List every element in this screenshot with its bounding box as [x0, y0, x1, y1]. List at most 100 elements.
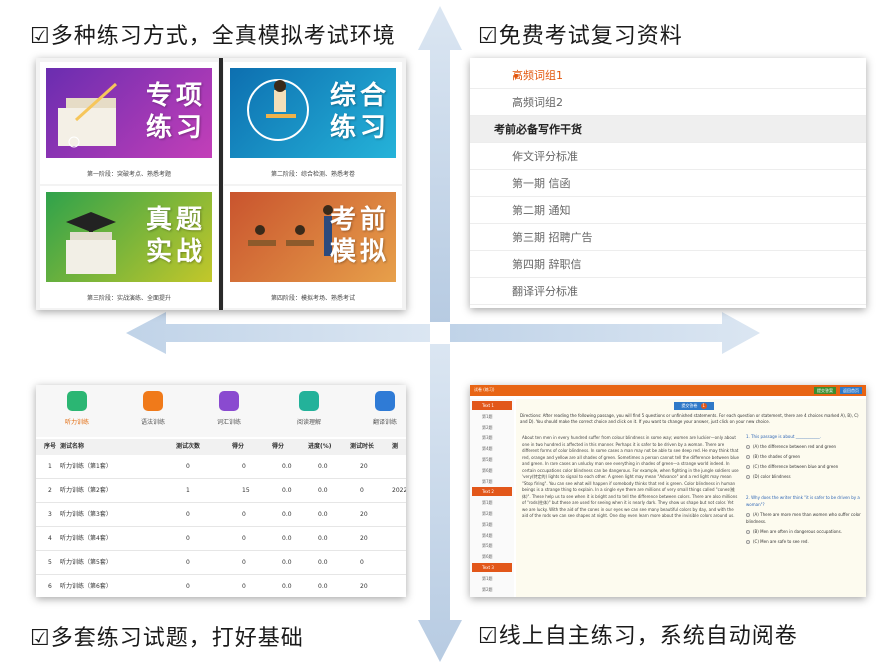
table-cell: 20	[360, 583, 368, 590]
section-tab[interactable]: Text 1	[472, 401, 512, 410]
table-cell: 20	[360, 535, 368, 542]
card-title: 专项 练习	[145, 81, 206, 143]
practice-tabs: 听力训练 语法训练 词汇训练 阅读理解 翻译训练	[36, 385, 406, 437]
answer-option[interactable]: (A) There are more men than women who su…	[746, 511, 864, 525]
materials-item[interactable]: 翻译评分标准	[470, 278, 866, 305]
table-row[interactable]: 4 听力训练（第4套） 0 0 0.0 0.0 20	[36, 527, 406, 551]
materials-section-header: 考前必备写作干货	[470, 116, 866, 143]
table-cell: 20	[360, 511, 368, 518]
bullet-icon	[514, 74, 518, 78]
question-text: 1. This passage is about ____________.	[746, 434, 821, 439]
card-caption: 第二阶段：综合检测、熟悉考卷	[270, 171, 355, 178]
submit-label: 提交答卷	[681, 403, 698, 408]
bullet-icon	[514, 263, 518, 267]
answer-option[interactable]: (A) the difference between red and green	[746, 443, 864, 450]
materials-item[interactable]: 第二期 通知	[470, 197, 866, 224]
radio-icon	[746, 540, 750, 544]
question-link[interactable]: 第1题	[472, 498, 512, 507]
question-link[interactable]: 第5题	[472, 455, 512, 464]
question-link[interactable]: 第4题	[472, 531, 512, 540]
tab-label: 词汇训练	[216, 419, 241, 426]
radio-icon	[746, 513, 750, 517]
table-cell: 15	[242, 487, 250, 494]
listening-icon	[67, 391, 87, 411]
question-link[interactable]: 第1题	[472, 412, 512, 421]
materials-item[interactable]: 第三期 招聘广告	[470, 224, 866, 251]
table-row[interactable]: 2 听力训练（第2套） 1 15 0.0 0.0 0 2022-0	[36, 479, 406, 503]
table-row[interactable]: 3 听力训练（第3套） 0 0 0.0 0.0 20	[36, 503, 406, 527]
materials-item-label: 第四期 辞职信	[512, 258, 582, 271]
exam-title: 试卷 (练习)	[474, 387, 495, 392]
question-text: 2. Why does the writer think "it is safe…	[746, 495, 860, 507]
table-cell: 1	[48, 463, 52, 470]
column-header: 进度(%)	[308, 443, 332, 450]
tab-label: 听力训练	[64, 419, 89, 426]
column-header: 测试名称	[60, 443, 85, 450]
card-caption: 第四阶段：模拟考场、熟悉考试	[270, 295, 355, 302]
back-home-button[interactable]: 返回首页	[840, 387, 862, 394]
question: 2. Why does the writer think "it is safe…	[746, 494, 864, 545]
table-cell: 听力训练（第5套）	[60, 559, 112, 566]
materials-item-label: 第三期 招聘广告	[512, 231, 593, 244]
question: 1. This passage is about ____________. (A…	[746, 433, 864, 480]
question-link[interactable]: 第3题	[472, 520, 512, 529]
grammar-search-icon	[143, 391, 163, 411]
tab-translate[interactable]: 翻译训练	[360, 391, 406, 426]
tab-listening[interactable]: 听力训练	[52, 391, 102, 426]
card-mock-exam[interactable]: 考前 模拟 第四阶段：模拟考场、熟悉考试	[224, 186, 402, 308]
card-caption: 第一阶段：突破考点、熟悉考题	[86, 171, 171, 178]
practice-table-panel: 听力训练 语法训练 词汇训练 阅读理解 翻译训练 序号 测试名称 测试次数 得分 得分 进度(%)…	[36, 385, 406, 597]
tab-vocabulary-book[interactable]: 词汇训练	[204, 391, 254, 426]
panel-divider	[219, 58, 223, 310]
answer-option[interactable]: (C) the difference between blue and gree…	[746, 463, 864, 470]
question-link[interactable]: 第6题	[472, 466, 512, 475]
submit-exam-button[interactable]: 提交答卷 1	[674, 402, 714, 410]
question-link[interactable]: 第2题	[472, 509, 512, 518]
option-label: (A) the difference between red and green	[753, 444, 837, 449]
question-link[interactable]: 第4题	[472, 444, 512, 453]
card-real-exam[interactable]: 真题 实战 第三阶段：实战演练、全面提升	[40, 186, 218, 308]
answer-option[interactable]: (B) Men are often in dangerous occupatio…	[746, 528, 864, 535]
option-label: (D) color blindness	[753, 474, 791, 479]
option-label: (C) the difference between blue and gree…	[753, 464, 839, 469]
question-link[interactable]: 第3题	[472, 433, 512, 442]
radio-icon	[746, 475, 750, 479]
bullet-icon	[514, 155, 518, 159]
answer-option[interactable]: (B) the shades of green	[746, 453, 864, 460]
bullet-icon	[514, 236, 518, 240]
materials-item[interactable]: 第四期 辞职信	[470, 251, 866, 278]
radio-icon	[746, 445, 750, 449]
tab-grammar-search[interactable]: 语法训练	[128, 391, 178, 426]
option-label: (C) Men are safe to see red.	[753, 539, 809, 544]
materials-item-label: 考前必备写作干货	[494, 123, 582, 136]
reading-book-icon	[299, 391, 319, 411]
submit-top-button[interactable]: 提交答案	[814, 387, 836, 394]
question-link[interactable]: 第2题	[472, 585, 512, 594]
table-cell: 听力训练（第3套）	[60, 511, 112, 518]
table-cell: 0.0	[318, 559, 328, 566]
question-link[interactable]: 第2题	[472, 423, 512, 432]
section-tab[interactable]: Text 2	[472, 487, 512, 497]
question-link[interactable]: 第7题	[472, 477, 512, 486]
exam-content: 提交答卷 1 Directions: After reading the fol…	[516, 399, 866, 597]
materials-item[interactable]: 高频词组2	[470, 89, 866, 116]
tab-reading-book[interactable]: 阅读理解	[284, 391, 334, 426]
answer-option[interactable]: (C) Men are safe to see red.	[746, 538, 864, 545]
table-cell: 0	[242, 583, 246, 590]
question-link[interactable]: 第6题	[472, 552, 512, 561]
card-special-practice[interactable]: 专项 练习 第一阶段：突破考点、熟悉考题	[40, 62, 218, 184]
table-row[interactable]: 1 听力训练（第1套） 0 0 0.0 0.0 20	[36, 455, 406, 479]
materials-item[interactable]: 作文评分标准	[470, 143, 866, 170]
answer-option[interactable]: (D) color blindness	[746, 473, 864, 480]
question-link[interactable]: 第1题	[472, 574, 512, 583]
materials-item[interactable]: 高频词组1	[470, 62, 866, 89]
column-header: 得分	[232, 443, 245, 450]
materials-item[interactable]: 第一期 信函	[470, 170, 866, 197]
table-row[interactable]: 6 听力训练（第6套） 0 0 0.0 0.0 20	[36, 575, 406, 597]
table-row[interactable]: 5 听力训练（第5套） 0 0 0.0 0.0 0	[36, 551, 406, 575]
card-comprehensive-practice[interactable]: 综合 练习 第二阶段：综合检测、熟悉考卷	[224, 62, 402, 184]
section-tab[interactable]: Text 3	[472, 563, 512, 572]
question-link[interactable]: 第5题	[472, 541, 512, 550]
table-cell: 0.0	[282, 559, 292, 566]
submit-badge: 1	[700, 403, 707, 409]
